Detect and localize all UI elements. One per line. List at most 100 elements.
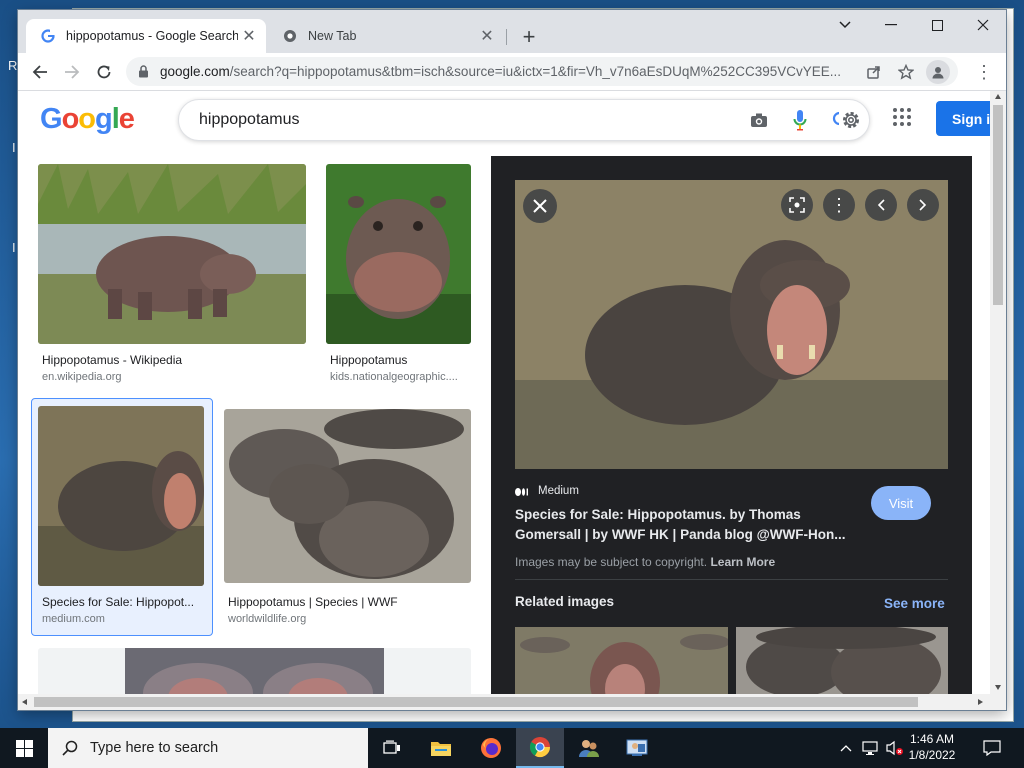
scroll-right-arrow-icon[interactable] <box>978 699 983 705</box>
medium-logo-icon <box>515 486 529 498</box>
scroll-left-arrow-icon[interactable] <box>22 699 27 705</box>
tab-new-tab[interactable]: New Tab ✕ <box>268 19 504 53</box>
scroll-down-arrow-icon[interactable] <box>995 685 1001 690</box>
desktop-icon-fragment: R <box>8 58 18 73</box>
hippo-image-icon <box>515 627 728 694</box>
maximize-button[interactable] <box>914 10 960 40</box>
result-caption[interactable]: Species for Sale: Hippopot... <box>42 595 200 609</box>
more-options-icon[interactable]: ⋮ <box>823 189 855 221</box>
horizontal-scrollbar[interactable] <box>18 694 1006 710</box>
related-images-heading: Related images <box>515 594 615 609</box>
result-source: worldwildlife.org <box>228 613 307 625</box>
scroll-up-arrow-icon[interactable] <box>995 94 1001 99</box>
tab-title: hippopotamus - Google Search <box>66 29 238 43</box>
hippo-image-icon <box>224 409 471 583</box>
notifications-button[interactable] <box>972 728 1012 768</box>
close-preview-button[interactable] <box>523 189 557 223</box>
google-apps-icon[interactable] <box>892 107 916 131</box>
google-doodle-logo[interactable]: Google <box>40 103 135 136</box>
result-caption[interactable]: Hippopotamus | Species | WWF <box>228 595 468 609</box>
firefox-button[interactable] <box>468 728 514 768</box>
result-thumbnail[interactable] <box>224 409 471 583</box>
preview-title-line1[interactable]: Species for Sale: Hippopotamus. by Thoma… <box>515 507 865 522</box>
windows-logo-icon <box>15 739 33 757</box>
preview-site-name[interactable]: Medium <box>538 485 579 497</box>
result-thumbnail[interactable] <box>326 164 471 344</box>
share-icon[interactable] <box>862 60 886 84</box>
url-path: /search?q=hippopotamus&tbm=isch&source=i… <box>229 64 842 79</box>
preview-image[interactable] <box>515 180 948 469</box>
back-button[interactable] <box>26 58 54 86</box>
result-thumbnail[interactable] <box>38 406 204 586</box>
hippo-image-icon <box>515 180 948 469</box>
desktop-icon-fragment: I <box>12 140 16 155</box>
file-explorer-button[interactable] <box>418 728 464 768</box>
preview-title-line2[interactable]: Gomersall | by WWF HK | Panda blog @WWF-… <box>515 527 865 542</box>
search-query-text: hippopotamus <box>199 111 300 128</box>
copyright-text: Images may be subject to copyright. <box>515 555 708 569</box>
lens-search-button[interactable] <box>781 189 813 221</box>
system-clock[interactable]: 1:46 AM 1/8/2022 <box>906 731 958 763</box>
start-button[interactable] <box>0 728 48 768</box>
vertical-scrollbar[interactable] <box>990 91 1006 694</box>
learn-more-link[interactable]: Learn More <box>710 555 775 569</box>
result-thumbnail[interactable] <box>38 648 471 694</box>
next-image-button[interactable] <box>907 189 939 221</box>
scroll-thumb[interactable] <box>993 105 1003 305</box>
see-more-link[interactable]: See more <box>884 596 945 611</box>
new-tab-button[interactable]: + <box>516 24 542 50</box>
network-status-button[interactable] <box>860 728 882 768</box>
microphone-icon[interactable] <box>788 108 812 132</box>
remote-app-button[interactable] <box>614 728 660 768</box>
forward-button[interactable] <box>58 58 86 86</box>
camera-icon[interactable] <box>747 108 771 132</box>
profile-avatar-icon[interactable] <box>926 59 950 84</box>
bookmark-star-icon[interactable] <box>894 60 918 84</box>
divider <box>515 579 948 580</box>
tab-google-search[interactable]: hippopotamus - Google Search ✕ <box>26 19 266 53</box>
task-view-button[interactable] <box>370 728 414 768</box>
related-image[interactable] <box>736 627 948 694</box>
address-bar[interactable]: google.com/search?q=hippopotamus&tbm=isc… <box>126 57 958 86</box>
gear-icon[interactable] <box>839 108 863 132</box>
volume-button[interactable] <box>884 728 906 768</box>
hippo-image-icon <box>38 164 306 344</box>
result-caption[interactable]: Hippopotamus - Wikipedia <box>42 353 302 367</box>
sign-in-button[interactable]: Sign in <box>936 101 990 136</box>
show-hidden-icons-button[interactable] <box>836 728 856 768</box>
tab-title: New Tab <box>308 29 357 43</box>
firefox-icon <box>481 738 501 758</box>
notification-icon <box>983 740 1001 756</box>
related-image[interactable] <box>515 627 728 694</box>
close-tab-icon[interactable]: ✕ <box>476 25 498 47</box>
close-icon <box>533 199 547 213</box>
chevron-up-icon <box>840 745 852 752</box>
minimize-button[interactable] <box>868 10 914 40</box>
hippo-image-icon <box>326 164 471 344</box>
result-thumbnail[interactable] <box>38 164 306 344</box>
people-icon <box>579 740 599 757</box>
search-input[interactable]: hippopotamus <box>178 99 870 141</box>
close-tab-icon[interactable]: ✕ <box>238 25 260 47</box>
taskbar-search-box[interactable]: Type here to search <box>48 728 368 768</box>
arrow-right-icon <box>65 65 80 79</box>
tab-separator <box>506 29 507 45</box>
chrome-favicon-icon <box>282 28 298 44</box>
chrome-icon <box>529 737 551 758</box>
previous-image-button[interactable] <box>865 189 897 221</box>
scroll-thumb[interactable] <box>34 697 918 707</box>
reload-button[interactable] <box>90 58 118 86</box>
tab-strip: hippopotamus - Google Search ✕ New Tab ✕… <box>18 10 1006 53</box>
logo-letter: e <box>118 103 135 135</box>
arrow-left-icon <box>32 65 47 79</box>
result-caption[interactable]: Hippopotamus <box>330 353 470 367</box>
taskbar-search-placeholder: Type here to search <box>90 740 219 756</box>
browser-menu-icon[interactable]: ⋮ <box>974 62 994 82</box>
hippo-image-icon <box>125 648 384 694</box>
close-window-button[interactable] <box>960 10 1006 40</box>
chrome-taskbar-button[interactable] <box>516 728 564 768</box>
tab-search-button[interactable] <box>822 10 868 40</box>
visit-button[interactable]: Visit <box>871 486 931 520</box>
lock-icon <box>138 65 152 78</box>
users-app-button[interactable] <box>566 728 612 768</box>
